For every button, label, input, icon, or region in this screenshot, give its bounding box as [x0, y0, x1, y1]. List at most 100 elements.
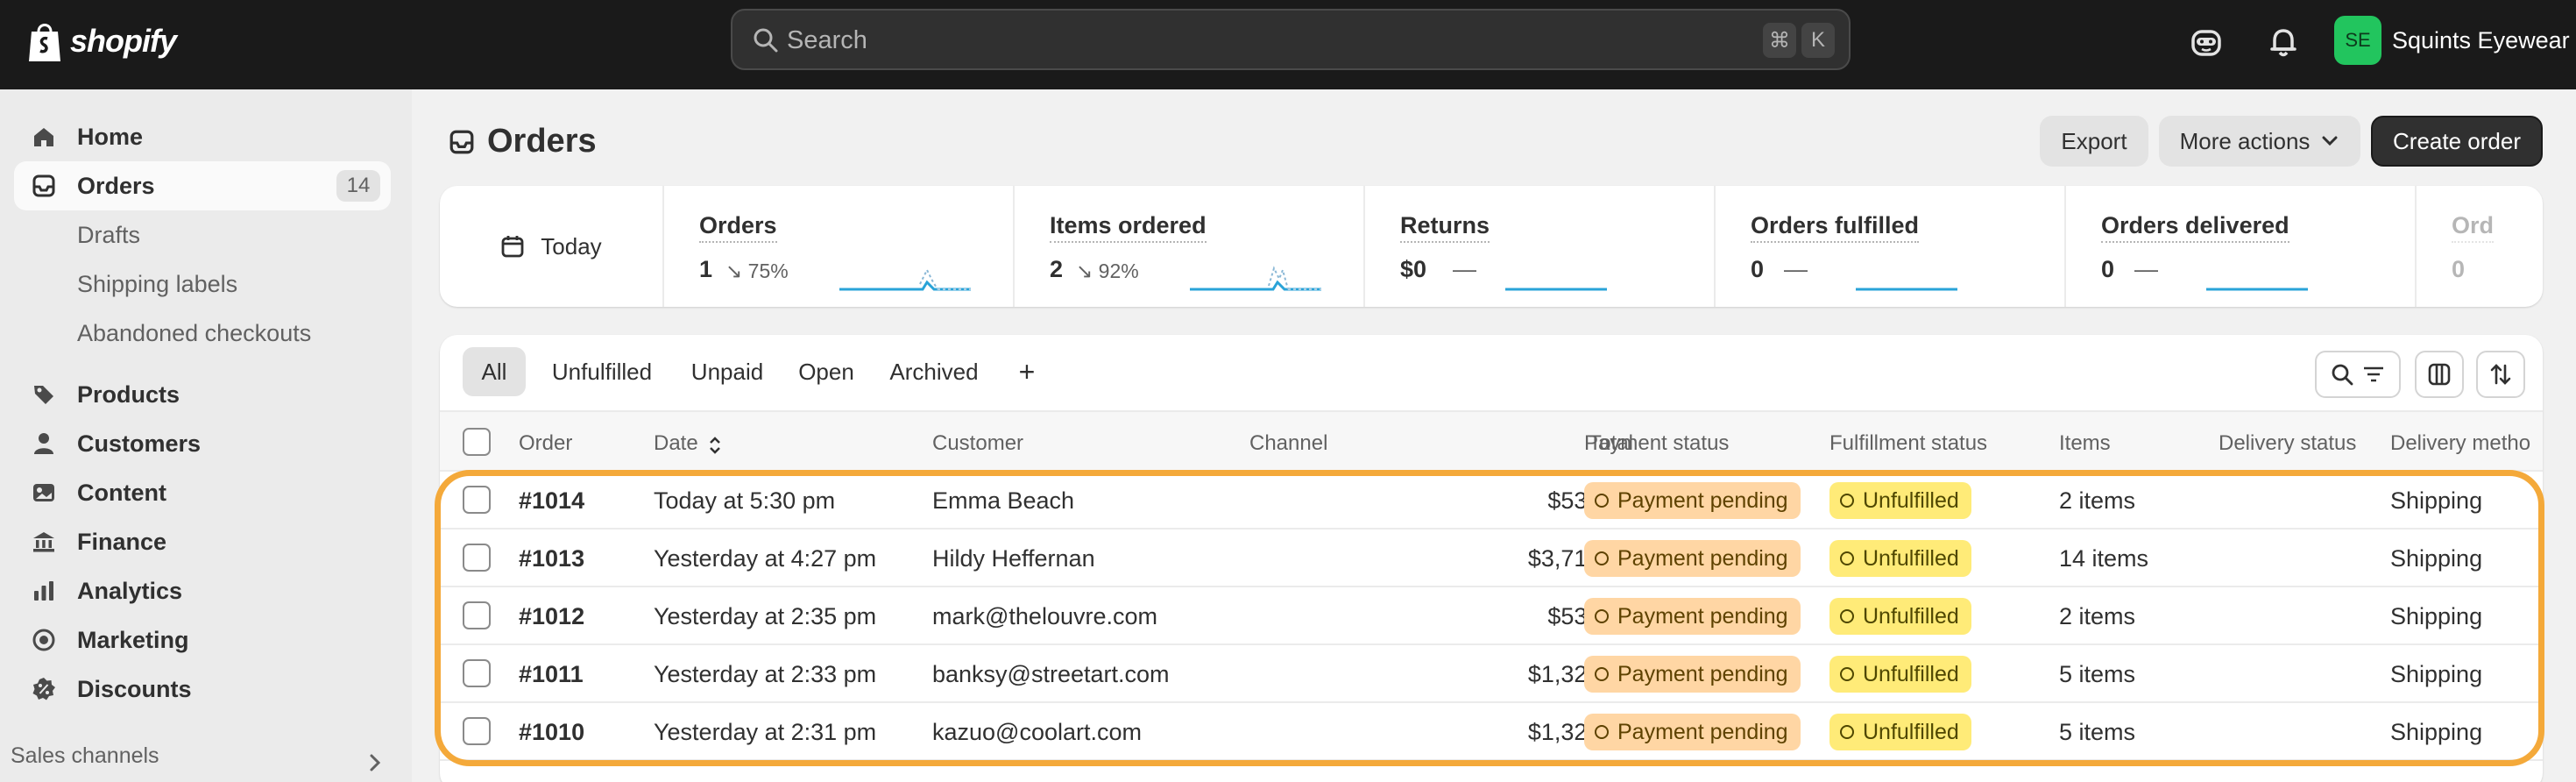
sidebar-item-products[interactable]: Products [14, 370, 391, 419]
add-view-button[interactable]: + [1002, 347, 1051, 396]
table-row[interactable]: #1012 Yesterday at 2:35 pm mark@thelouvre.… [440, 587, 2543, 645]
order-number[interactable]: #1012 [519, 603, 584, 630]
sidebar-item-finance[interactable]: Finance [14, 517, 391, 566]
bell-icon[interactable] [2266, 25, 2301, 60]
table-row[interactable]: #1013 Yesterday at 4:27 pm Hildy Heffernan… [440, 530, 2543, 587]
fulfillment-status-label: Unfulfilled [1863, 487, 1959, 513]
order-number[interactable]: #1014 [519, 487, 584, 515]
chart-icon [34, 581, 53, 601]
column-header-channel[interactable]: Channel [1249, 431, 1327, 456]
order-delivery-method: Shipping [2390, 603, 2483, 629]
column-header-delivery-method[interactable]: Delivery metho [2390, 431, 2530, 456]
row-checkbox[interactable] [463, 717, 491, 745]
sidebar-item-marketing[interactable]: Marketing [14, 615, 391, 665]
sidebar-item-customers[interactable]: Customers [14, 419, 391, 468]
pending-ring-icon [1595, 609, 1609, 623]
stat-orders-delivered[interactable]: Orders delivered 0 — [2066, 186, 2417, 307]
tab-all[interactable]: All [463, 347, 526, 396]
date-range-label: Today [541, 232, 602, 259]
sidebar-item-shipping-labels[interactable]: Shipping labels [14, 259, 391, 309]
stat-value: 1 [699, 256, 713, 282]
sidebar-item-label: Customers [77, 430, 202, 457]
sidebar: Home Orders 14 Drafts Shipping labels Ab… [0, 89, 412, 782]
shopping-bag-icon [29, 24, 60, 61]
stat-partial[interactable]: Ord 0 [2417, 186, 2543, 307]
row-checkbox[interactable] [463, 659, 491, 687]
pending-ring-icon [1595, 667, 1609, 681]
columns-button[interactable] [2415, 351, 2464, 398]
order-items[interactable]: 2 items [2059, 487, 2135, 515]
tab-archived[interactable]: Archived [874, 347, 994, 396]
fulfillment-status-badge: Unfulfilled [1829, 714, 1971, 750]
column-header-items[interactable]: Items [2059, 431, 2111, 456]
order-items[interactable]: 5 items [2059, 719, 2135, 746]
column-header-customer[interactable]: Customer [932, 431, 1023, 456]
table-row[interactable]: #1014Today at 5:30 pmEmma Beach$530.00Pa… [440, 472, 2543, 530]
row-checkbox[interactable] [463, 601, 491, 629]
order-date: Yesterday at 2:31 pm [654, 719, 877, 745]
column-header-fulfillment-status[interactable]: Fulfillment status [1829, 431, 1987, 456]
search-filter-button[interactable] [2315, 351, 2401, 398]
stat-delta: ↘ 92% [1076, 259, 1139, 282]
column-header-order[interactable]: Order [519, 431, 572, 456]
search-input[interactable] [787, 23, 1575, 58]
tab-unpaid[interactable]: Unpaid [678, 347, 776, 396]
sidekick-icon[interactable] [2189, 25, 2224, 60]
tab-open[interactable]: Open [787, 347, 866, 396]
sidebar-item-discounts[interactable]: Discounts [14, 665, 391, 714]
stat-returns[interactable]: Returns $0 — [1365, 186, 1716, 307]
sidebar-item-orders[interactable]: Orders 14 [14, 161, 391, 210]
sidebar-item-analytics[interactable]: Analytics [14, 566, 391, 615]
order-items[interactable]: 2 items [2059, 603, 2135, 630]
column-header-date[interactable]: Date [654, 431, 698, 456]
sort-button[interactable] [2476, 351, 2525, 398]
sort-arrows-icon[interactable] [707, 435, 723, 456]
stat-value: 0 [1751, 256, 1765, 282]
column-header-payment-status[interactable]: Payment status [1584, 431, 1729, 456]
sidebar-item-drafts[interactable]: Drafts [14, 210, 391, 259]
search-bar[interactable]: ⌘ K [731, 9, 1851, 70]
pending-ring-icon [1595, 494, 1609, 508]
bank-icon [33, 532, 54, 552]
pending-ring-icon [1595, 551, 1609, 565]
more-actions-button[interactable]: More actions [2159, 116, 2360, 167]
store-menu[interactable]: SE Squints Eyewear [2334, 16, 2570, 65]
order-items[interactable]: 5 items [2059, 661, 2135, 688]
select-all-checkbox[interactable] [463, 428, 491, 456]
order-date: Yesterday at 2:33 pm [654, 661, 877, 687]
order-number[interactable]: #1010 [519, 719, 584, 746]
table-row[interactable]: #1011 Yesterday at 2:33 pm banksy@streetar… [440, 645, 2543, 703]
order-items[interactable]: 14 items [2059, 545, 2148, 572]
orders-table-card: All Unfulfilled Unpaid Open Archived + O… [440, 335, 2543, 782]
stat-orders[interactable]: Orders 1 ↘ 75% [664, 186, 1015, 307]
sort-icon [2490, 364, 2511, 385]
store-name: Squints Eyewear [2392, 26, 2570, 53]
chevron-right-icon[interactable] [364, 752, 386, 773]
sidebar-item-home[interactable]: Home [14, 112, 391, 161]
stat-orders-fulfilled[interactable]: Orders fulfilled 0 — [1716, 186, 2066, 307]
sidebar-item-content[interactable]: Content [14, 468, 391, 517]
order-delivery-method: Shipping [2390, 661, 2483, 687]
stat-delta: — [1784, 256, 1808, 282]
export-button[interactable]: Export [2040, 116, 2148, 167]
create-order-button[interactable]: Create order [2371, 116, 2543, 167]
shopify-logo[interactable]: shopify [26, 19, 177, 63]
date-range-picker[interactable]: Today [440, 186, 664, 307]
row-checkbox[interactable] [463, 544, 491, 572]
column-header-delivery-status[interactable]: Delivery status [2219, 431, 2356, 456]
tab-unfulfilled[interactable]: Unfulfilled [536, 347, 668, 396]
stat-label: Orders fulfilled [1751, 212, 1920, 243]
sales-channels-heading[interactable]: Sales channels [11, 743, 159, 769]
row-checkbox[interactable] [463, 486, 491, 514]
sidebar-item-label: Orders [77, 172, 155, 199]
chevron-down-icon [2322, 136, 2338, 146]
logo-text: shopify [70, 23, 177, 59]
order-number[interactable]: #1013 [519, 545, 584, 572]
order-number[interactable]: #1011 [519, 661, 584, 688]
sidebar-item-label: Products [77, 380, 180, 408]
table-row[interactable]: #1010 Yesterday at 2:31 pm kazuo@coolart.c… [440, 703, 2543, 761]
stat-items-ordered[interactable]: Items ordered 2 ↘ 92% [1015, 186, 1365, 307]
filter-icon [2364, 366, 2383, 382]
sidebar-item-abandoned-checkouts[interactable]: Abandoned checkouts [14, 309, 391, 358]
target-icon [32, 629, 55, 651]
